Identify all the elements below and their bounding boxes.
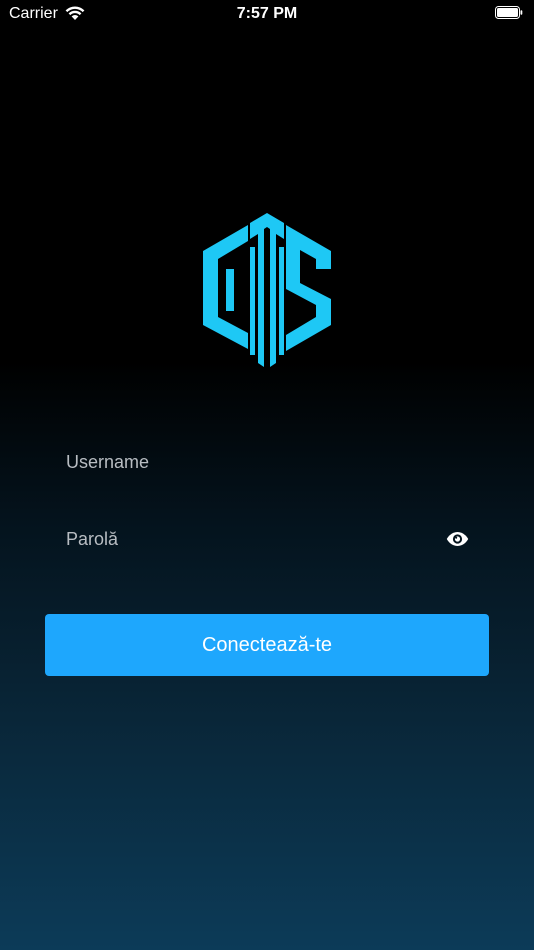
status-bar: Carrier 7:57 PM [0,0,534,30]
eye-icon[interactable] [446,530,469,548]
username-input[interactable] [66,442,470,482]
password-field[interactable] [66,519,470,559]
cms-logo-mark [203,213,331,367]
username-field[interactable] [66,442,470,482]
clock: 7:57 PM [236,5,298,22]
login-button[interactable]: Conectează-te [45,614,489,676]
cms-logo [200,213,334,371]
password-input[interactable] [66,519,426,559]
battery-icon [495,6,523,19]
